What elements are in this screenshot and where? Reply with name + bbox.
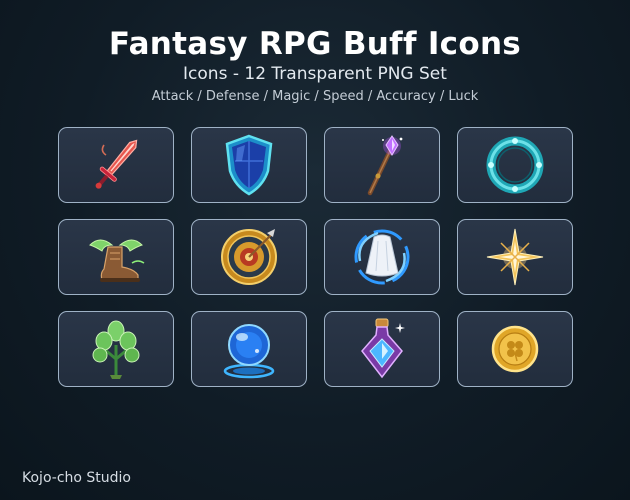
icon-tile-boot[interactable] xyxy=(58,219,174,295)
icon-tile-sword[interactable] xyxy=(58,127,174,203)
potion-bottle-icon xyxy=(361,318,405,379)
icon-tile-herb[interactable] xyxy=(58,311,174,387)
page-subtitle: Icons - 12 Transparent PNG Set xyxy=(183,64,447,84)
icon-grid xyxy=(58,127,573,387)
icon-tile-shield[interactable] xyxy=(191,127,307,203)
category-list: Attack / Defense / Magic / Speed / Accur… xyxy=(151,89,479,104)
icon-tile-star[interactable] xyxy=(457,219,573,295)
icon-tile-orb[interactable] xyxy=(191,311,307,387)
winged-boot-icon xyxy=(89,239,145,282)
herb-plant-icon xyxy=(92,320,140,379)
icon-tile-staff[interactable] xyxy=(324,127,440,203)
star-sparkle-icon xyxy=(486,228,544,286)
crystal-orb-icon xyxy=(223,324,275,379)
icon-tile-ring[interactable] xyxy=(457,127,573,203)
blue-shield-icon xyxy=(225,134,273,196)
crystal-staff-icon xyxy=(367,135,403,196)
icon-tile-target[interactable] xyxy=(191,219,307,295)
icon-tile-cloak[interactable] xyxy=(324,219,440,295)
target-arrow-icon xyxy=(221,229,277,285)
cyan-ring-icon xyxy=(486,136,544,194)
icon-tile-coin[interactable] xyxy=(457,311,573,387)
icon-tile-potion[interactable] xyxy=(324,311,440,387)
flaming-sword-icon xyxy=(95,139,138,189)
wind-cloak-icon xyxy=(354,229,410,285)
clover-coin-icon xyxy=(491,325,539,373)
studio-credit: Kojo-cho Studio xyxy=(22,470,131,486)
page-title: Fantasy RPG Buff Icons xyxy=(108,26,522,62)
